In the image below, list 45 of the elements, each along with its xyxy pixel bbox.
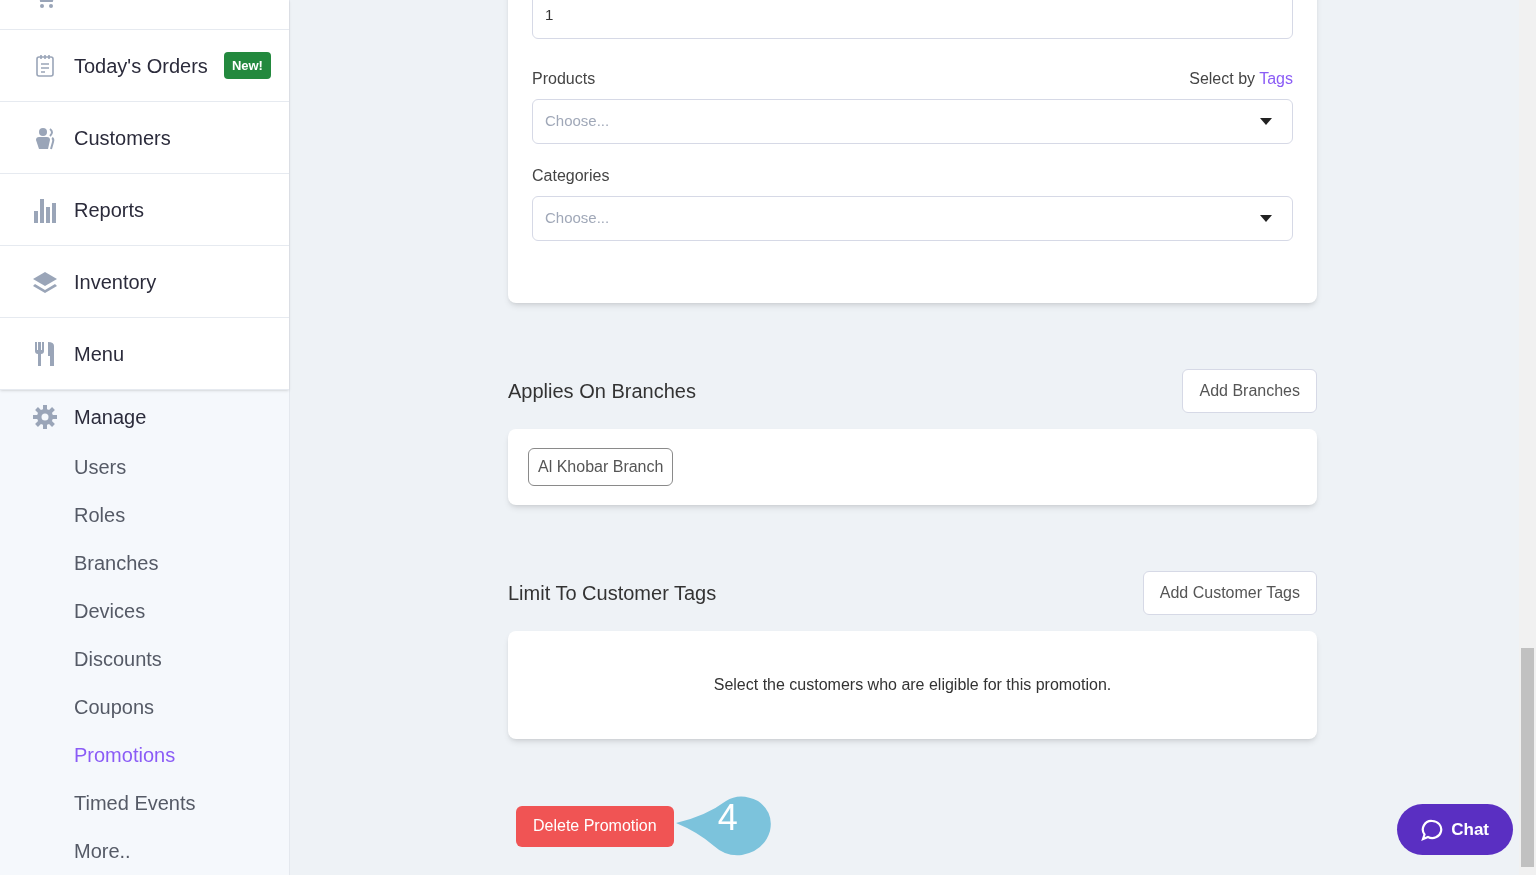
- chat-button[interactable]: Chat: [1397, 804, 1513, 855]
- scrollbar-thumb[interactable]: [1521, 648, 1534, 867]
- new-badge: New!: [223, 51, 271, 80]
- sidebar-label: Reports: [74, 197, 145, 223]
- bar-chart-icon: [33, 196, 57, 223]
- people-icon: [33, 125, 57, 150]
- branch-tag[interactable]: Al Khobar Branch: [528, 448, 674, 486]
- sidebar-label: Customers: [74, 125, 171, 151]
- submenu-item[interactable]: Coupons: [0, 683, 289, 731]
- step-marker: 4: [675, 796, 772, 856]
- caret-icon: [1260, 215, 1272, 222]
- submenu-item[interactable]: Users: [0, 443, 289, 491]
- submenu-item[interactable]: Promotions: [0, 731, 289, 779]
- cutlery-icon: [34, 340, 56, 367]
- delete-promotion-button[interactable]: Delete Promotion: [516, 805, 674, 847]
- add-customer-tags-button[interactable]: Add Customer Tags: [1142, 571, 1317, 615]
- submenu-item[interactable]: Timed Events: [0, 779, 289, 827]
- sidebar-item[interactable]: Inventory: [0, 246, 289, 318]
- submenu-item[interactable]: Roles: [0, 491, 289, 539]
- chat-bubble-icon: [1421, 818, 1444, 841]
- submenu-item[interactable]: Discounts: [0, 635, 289, 683]
- section-title: Limit To Customer Tags: [508, 581, 717, 606]
- sidebar-item[interactable]: Reports: [0, 174, 289, 246]
- sidebar-label: Menu: [74, 341, 125, 367]
- submenu-item[interactable]: Branches: [0, 539, 289, 587]
- sidebar-item[interactable]: Menu: [0, 318, 289, 390]
- caret-icon: [1260, 118, 1272, 125]
- field-label: Products: [532, 69, 596, 89]
- submenu-item[interactable]: Devices: [0, 587, 289, 635]
- sidebar-label: Inventory: [74, 269, 157, 295]
- select-by-tags-text: Select by Tags: [1189, 69, 1293, 89]
- sidebar-item[interactable]: Customers: [0, 102, 289, 174]
- submenu-item[interactable]: More..: [0, 827, 289, 875]
- layers-icon: [32, 270, 58, 293]
- sidebar-item[interactable]: Today's Orders New!: [0, 30, 289, 102]
- number-field[interactable]: 1: [532, 0, 1293, 39]
- gear-icon: [32, 403, 58, 430]
- section-title: Applies On Branches: [508, 379, 696, 404]
- add-branches-button[interactable]: Add Branches: [1182, 369, 1317, 413]
- tags-link[interactable]: Tags: [1259, 70, 1293, 87]
- clipboard-icon: [35, 53, 55, 78]
- sidebar-label: Today's Orders: [74, 53, 208, 79]
- empty-message: Select the customers who are eligible for this promotion.: [713, 675, 1112, 695]
- field-label: Categories: [532, 166, 611, 186]
- sidebar-section-header[interactable]: Manage: [0, 390, 289, 443]
